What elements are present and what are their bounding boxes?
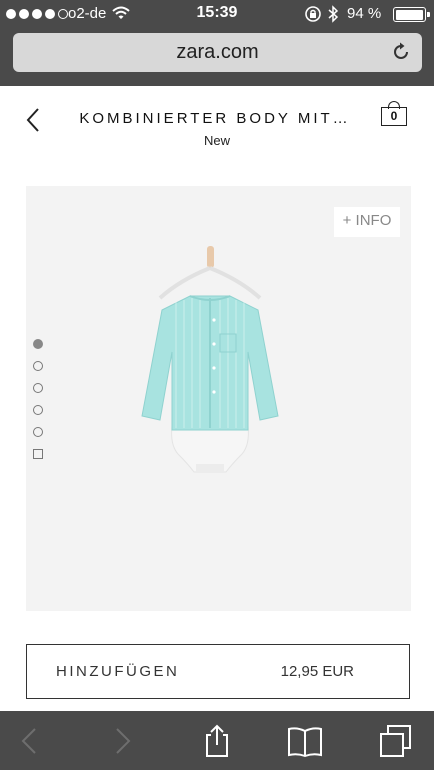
add-to-cart-label: HINZUFÜGEN <box>56 663 180 680</box>
status-bar: o2-de 15:39 94 % <box>0 0 434 28</box>
product-title: KOMBINIERTER BODY MIT… <box>79 110 351 127</box>
bookmarks-icon[interactable] <box>287 723 323 759</box>
product-price: 12,95 EUR <box>280 663 354 680</box>
pager-dot-active[interactable] <box>33 339 43 349</box>
chevron-left-icon <box>26 108 39 132</box>
pager-dot[interactable] <box>33 361 43 371</box>
pager-dot[interactable] <box>33 427 43 437</box>
reload-icon[interactable] <box>390 41 412 63</box>
share-icon[interactable] <box>199 723 235 759</box>
back-arrow-icon[interactable] <box>12 723 48 759</box>
browser-chrome-top: o2-de 15:39 94 % zara.com <box>0 0 434 86</box>
product-tag: New <box>203 133 230 148</box>
forward-arrow-icon[interactable] <box>104 723 140 759</box>
product-image[interactable] <box>120 240 300 500</box>
address-bar[interactable]: zara.com <box>13 33 422 72</box>
add-to-cart-button[interactable]: HINZUFÜGEN 12,95 EUR <box>26 644 410 699</box>
url-text[interactable]: zara.com <box>13 41 422 64</box>
cart-count: 0 <box>381 107 407 126</box>
browser-toolbar <box>0 711 434 770</box>
back-button[interactable] <box>22 106 46 134</box>
pager-video-dot[interactable] <box>33 449 43 459</box>
info-button[interactable]: + INFO <box>334 207 400 237</box>
pager-dot[interactable] <box>33 405 43 415</box>
bluetooth-icon <box>328 5 339 23</box>
rotation-lock-icon <box>305 6 321 22</box>
pager-dot[interactable] <box>33 383 43 393</box>
tabs-icon[interactable] <box>378 723 414 759</box>
battery-icon <box>393 7 430 22</box>
cart-button[interactable]: 0 <box>378 100 410 130</box>
battery-percentage: 94 % <box>347 5 382 22</box>
